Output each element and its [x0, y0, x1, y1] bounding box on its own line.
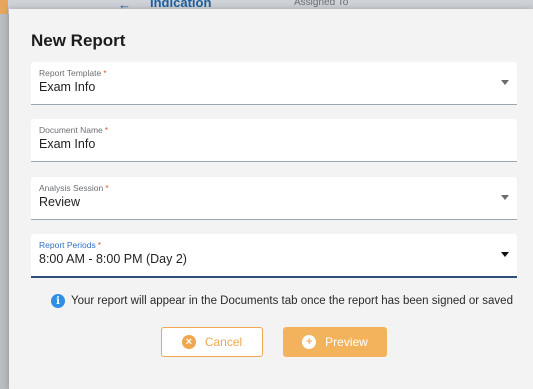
caret-down-icon[interactable]: [501, 80, 509, 85]
report-periods-label: Report Periods *: [39, 240, 102, 250]
document-name-value[interactable]: Exam Info: [39, 137, 95, 151]
document-name-label: Document Name *: [39, 125, 109, 135]
required-mark: *: [103, 68, 107, 78]
plus-circle-icon: +: [302, 335, 317, 349]
caret-down-icon[interactable]: [501, 252, 509, 257]
cancel-button-label: Cancel: [204, 335, 243, 349]
required-mark: *: [105, 183, 109, 193]
preview-button-label: Preview: [325, 335, 368, 349]
required-mark: *: [97, 240, 102, 250]
report-template-select[interactable]: Report Template * Exam Info: [31, 62, 517, 105]
report-template-value: Exam Info: [39, 80, 96, 94]
background-column-header: Assigned To: [294, 0, 349, 8]
dialog-title: New Report: [31, 31, 126, 50]
info-icon: i: [51, 294, 65, 308]
document-name-input[interactable]: Document Name * Exam Info: [31, 119, 517, 162]
info-message: i Your report will appear in the Documen…: [51, 294, 513, 308]
cancel-button[interactable]: × Cancel: [161, 327, 263, 357]
close-circle-icon: ×: [181, 335, 196, 349]
analysis-session-select[interactable]: Analysis Session * Review: [31, 177, 517, 220]
report-periods-select[interactable]: Report Periods * 8:00 AM - 8:00 PM (Day 2…: [31, 234, 517, 278]
preview-button[interactable]: + Preview: [283, 327, 387, 357]
new-report-dialog: New Report Report Template * Exam Info Do…: [9, 9, 533, 389]
background-accent-bar: [0, 0, 8, 14]
info-text: Your report will appear in the Documents…: [71, 295, 513, 307]
analysis-session-label: Analysis Session *: [39, 183, 109, 193]
report-periods-value: 8:00 AM - 8:00 PM (Day 2): [39, 252, 187, 266]
report-template-label: Report Template *: [39, 68, 107, 78]
analysis-session-value: Review: [39, 195, 80, 209]
required-mark: *: [104, 125, 109, 135]
caret-down-icon[interactable]: [501, 195, 509, 200]
